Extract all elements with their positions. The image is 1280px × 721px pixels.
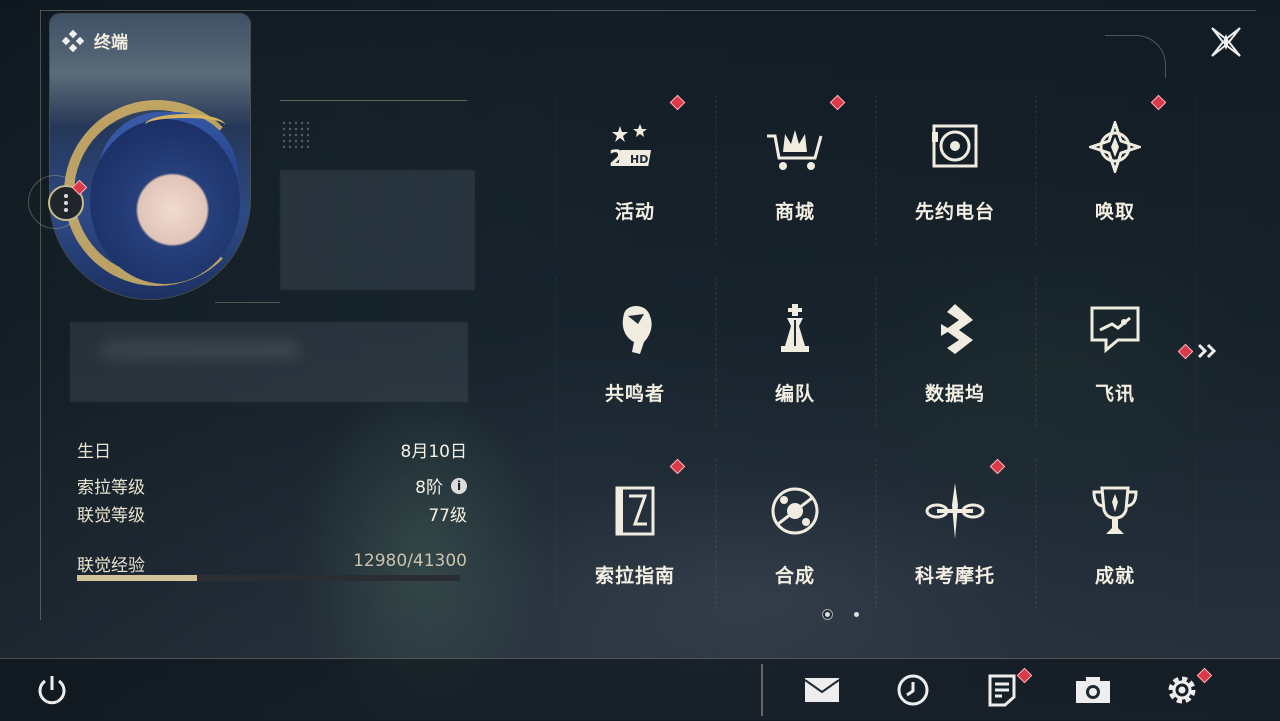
union-exp-label: 联觉经验 [77, 556, 145, 576]
camera-icon [1076, 677, 1110, 703]
avatar-laurel [145, 114, 225, 136]
power-button[interactable] [32, 670, 72, 710]
next-page-badge [1177, 343, 1194, 359]
union-level-row: 联觉等级 77级 [77, 501, 467, 526]
union-exp-fill [77, 575, 198, 581]
menu-item-events[interactable]: 2 HD 活动 [555, 95, 717, 245]
sola-level-label: 索拉等级 [77, 478, 145, 498]
menu-item-motorcycle[interactable]: 科考摩托 [875, 459, 1037, 609]
mail-button[interactable] [802, 670, 842, 710]
menu-item-radio[interactable]: 先约电台 [875, 95, 1037, 245]
close-icon [1211, 27, 1241, 57]
menu-item-shop[interactable]: 商城 [715, 95, 877, 245]
union-exp-bar [77, 575, 460, 581]
page-indicator [825, 612, 859, 617]
divider [280, 100, 467, 101]
menu-item-databank[interactable]: 数据坞 [875, 277, 1037, 427]
camera-button[interactable] [1073, 670, 1113, 710]
frame-line-left [40, 10, 41, 620]
decorative-dot-grid [281, 120, 309, 148]
menu-item-achievements[interactable]: 成就 [1035, 459, 1197, 609]
union-level-label: 联觉等级 [77, 506, 145, 526]
bottom-bar-divider [761, 664, 763, 716]
player-name-redacted [280, 170, 475, 290]
notice-button[interactable] [982, 670, 1022, 710]
menu-item-team[interactable]: 编队 [715, 277, 877, 427]
more-dots-icon [64, 201, 68, 205]
sola-level-value-group: 8阶 i [415, 473, 467, 498]
profile-avatar-card[interactable] [50, 14, 250, 299]
settings-button[interactable] [1162, 670, 1202, 710]
info-icon[interactable]: i [451, 477, 467, 494]
close-button[interactable] [1206, 22, 1246, 62]
terminal-diamonds-icon [62, 29, 84, 52]
birthday-value: 8月10日 [400, 442, 467, 462]
menu-item-synthesis[interactable]: 合成 [715, 459, 877, 609]
terminal-title: 终端 [62, 28, 128, 53]
avatar [90, 119, 240, 284]
clock-button[interactable] [893, 670, 933, 710]
union-level-value: 77级 [428, 506, 467, 526]
notice-icon [988, 674, 1016, 707]
menu-item-resonators[interactable]: 共鸣者 [555, 277, 717, 427]
clock-icon [897, 674, 929, 706]
page-dot-1[interactable] [825, 612, 830, 617]
menu-item-messages[interactable]: 飞讯 [1035, 277, 1197, 427]
menu-item-guidebook[interactable]: 索拉指南 [555, 459, 717, 609]
divider [215, 302, 280, 303]
mail-icon [804, 678, 840, 702]
double-chevron-right-icon [1197, 343, 1217, 359]
gear-icon [1168, 676, 1196, 704]
birthday-row: 生日 8月10日 [77, 437, 467, 462]
sola-level-value: 8阶 [415, 478, 443, 498]
next-page-button[interactable] [1177, 340, 1220, 362]
frame-line-top [40, 10, 1256, 11]
power-icon [38, 676, 66, 705]
page-dot-2[interactable] [854, 612, 859, 617]
union-exp-value: 12980/41300 [353, 551, 467, 571]
sola-level-row: 索拉等级 8阶 i [77, 473, 467, 498]
birthday-label: 生日 [77, 442, 111, 462]
terminal-label: 终端 [94, 33, 128, 53]
menu-item-convene[interactable]: 唤取 [1035, 95, 1197, 245]
player-signature-redacted[interactable] [70, 322, 468, 402]
